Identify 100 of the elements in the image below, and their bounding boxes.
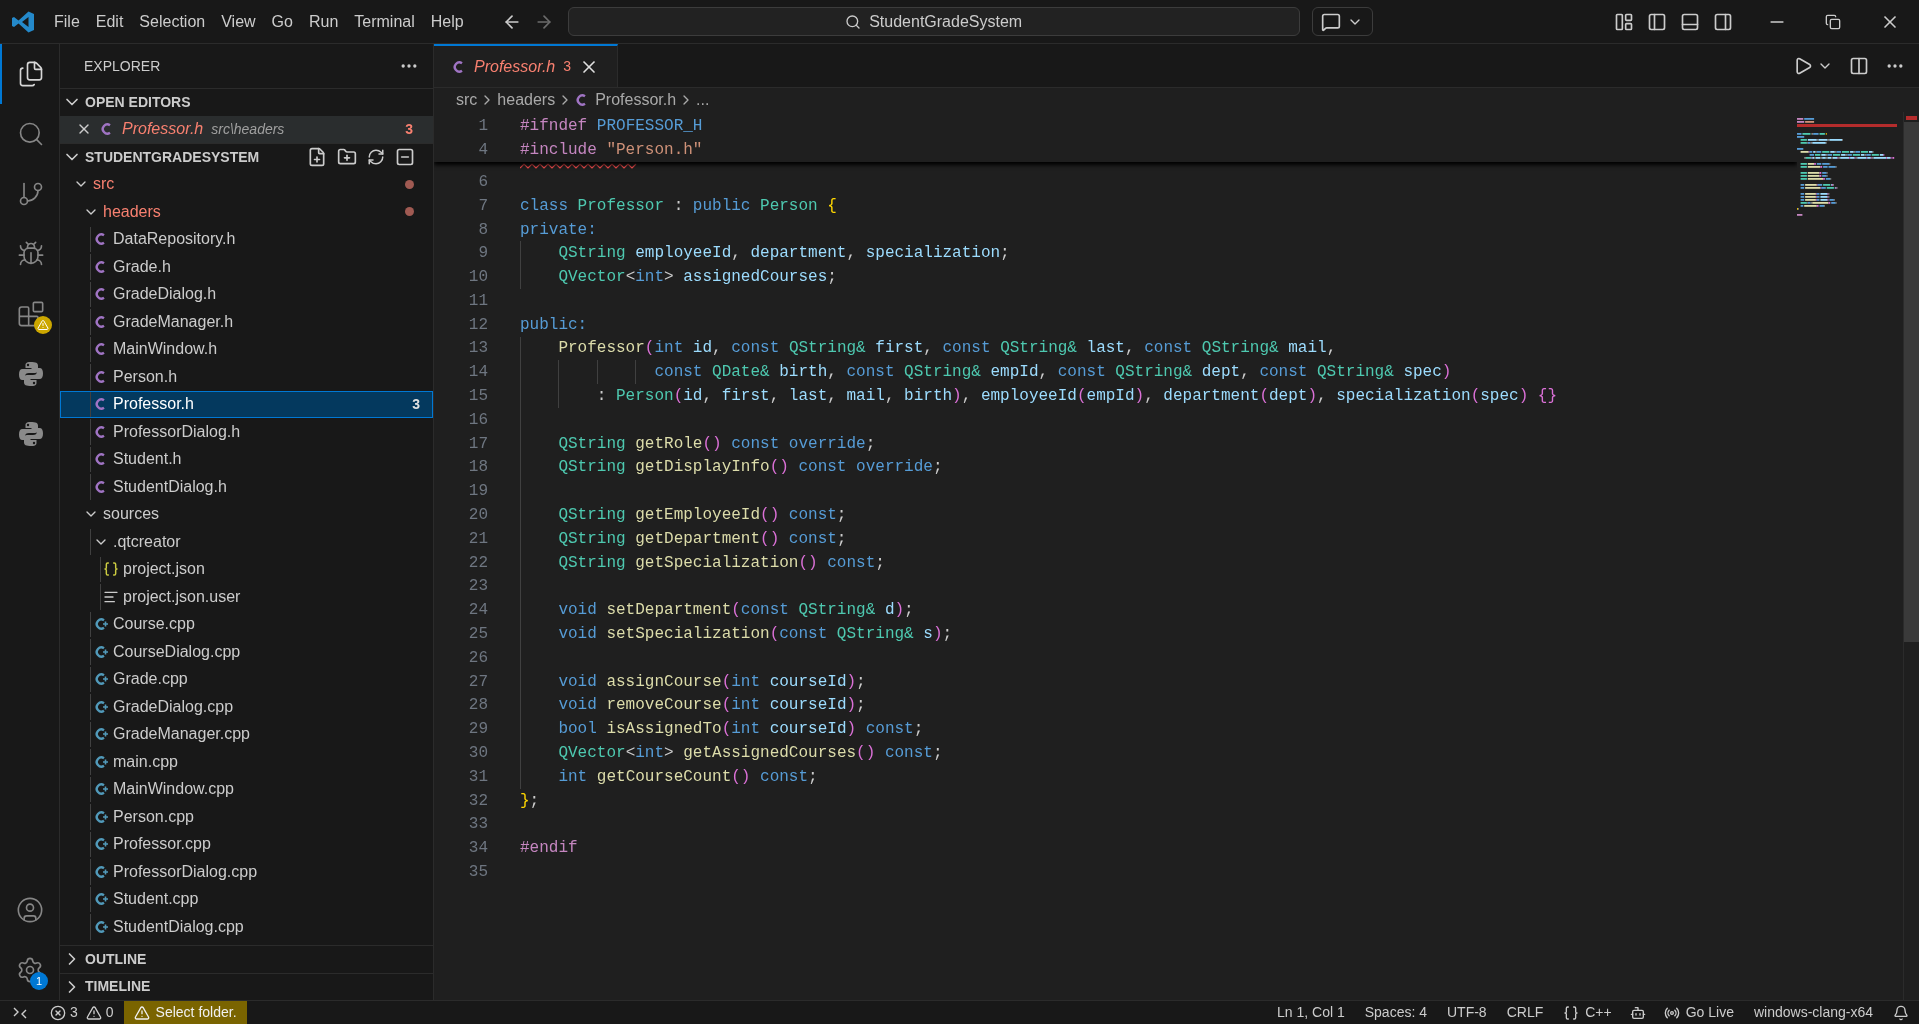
status-item[interactable]: CRLF — [1496, 1002, 1554, 1023]
panel-left-icon[interactable] — [1647, 11, 1667, 32]
line-number: 24 — [467, 600, 488, 622]
file-row[interactable]: Person.cpp — [60, 803, 433, 831]
scrollbar[interactable] — [1903, 112, 1919, 1000]
go-live-button[interactable]: Go Live — [1653, 1002, 1744, 1023]
tree-label: project.json — [123, 559, 205, 580]
tree-label: Professor.h — [113, 394, 194, 415]
notification-badge: 1 — [30, 972, 48, 990]
command-search-field[interactable]: StudentGradeSystem — [567, 7, 1300, 36]
tree-label: GradeDialog.cpp — [113, 696, 234, 717]
python-logo-icon[interactable] — [16, 420, 45, 448]
menu-item[interactable]: Edit — [87, 9, 132, 34]
menu-item[interactable]: Run — [300, 9, 347, 34]
file-row[interactable]: ProfessorDialog.cpp — [60, 858, 433, 886]
file-row[interactable]: project.json — [60, 555, 433, 583]
python-logo-icon[interactable] — [16, 360, 45, 388]
line-number: 32 — [467, 790, 488, 812]
line-number: 34 — [467, 838, 488, 860]
menu-item[interactable]: Terminal — [346, 9, 423, 34]
file-row[interactable]: Professor.h 3 — [60, 390, 433, 418]
select-folder-notice[interactable]: Select folder. — [123, 1001, 247, 1024]
file-row[interactable]: Course.cpp — [60, 610, 433, 638]
section-title: STUDENTGRADESYSTEM — [85, 147, 260, 167]
file-row[interactable]: GradeManager.h — [60, 308, 433, 336]
chat-button[interactable] — [1311, 7, 1373, 36]
menu-item[interactable]: File — [46, 9, 88, 34]
editor-tab[interactable]: Professor.h 3 — [434, 44, 618, 87]
code-line: void assignCourse(int courseId); — [557, 671, 866, 693]
file-row[interactable]: ProfessorDialog.h — [60, 418, 433, 446]
file-row[interactable]: GradeDialog.cpp — [60, 693, 433, 721]
tree-label: ProfessorDialog.h — [113, 421, 241, 442]
code-line: QString employeeId, department, specialization; — [557, 243, 1010, 265]
file-row[interactable]: DataRepository.h — [60, 225, 433, 253]
problems-button[interactable]: 3 0 — [40, 1001, 124, 1024]
line-number: 35 — [467, 862, 488, 883]
breadcrumb-item[interactable]: ... — [696, 88, 710, 112]
panel-bottom-icon[interactable] — [1680, 11, 1700, 32]
bug-icon[interactable] — [16, 240, 45, 268]
file-row[interactable]: StudentDialog.cpp — [60, 913, 433, 941]
menu-item[interactable]: Go — [263, 9, 301, 34]
robot-icon[interactable] — [1629, 1004, 1646, 1021]
code-line: void removeCourse(int courseId); — [557, 695, 866, 717]
folder-row[interactable]: sources — [60, 500, 433, 528]
problem-count: 3 — [563, 57, 571, 76]
section-header[interactable]: TIMELINE — [60, 972, 433, 1000]
folder-row[interactable]: headers — [60, 198, 433, 226]
language-button[interactable]: C++ — [1553, 1002, 1622, 1023]
breadcrumb-item[interactable]: Professor.h — [595, 88, 677, 112]
run-icon[interactable] — [1793, 55, 1813, 76]
section-header[interactable]: OUTLINE — [60, 945, 433, 973]
bell-icon[interactable] — [1893, 1004, 1909, 1021]
breadcrumb-item[interactable]: src — [456, 88, 478, 112]
file-row[interactable]: Student.h — [60, 445, 433, 473]
status-item[interactable]: windows-clang-x64 — [1743, 1002, 1883, 1023]
file-row[interactable]: project.json.user — [60, 583, 433, 611]
line-number: 17 — [467, 433, 488, 455]
cpp-file-icon — [94, 782, 108, 797]
status-item[interactable]: Ln 1, Col 1 — [1267, 1002, 1355, 1023]
menu-item[interactable]: View — [213, 9, 264, 34]
file-row[interactable]: Person.h — [60, 363, 433, 391]
cpp-file-icon — [94, 919, 108, 934]
file-row[interactable]: GradeDialog.h — [60, 280, 433, 308]
file-row[interactable]: Professor.cpp — [60, 830, 433, 858]
blocks-icon[interactable] — [16, 300, 45, 328]
code-line: QVector<int> getAssignedCourses() const; — [557, 743, 943, 765]
layout-icon[interactable] — [1614, 11, 1634, 32]
breadcrumb-item[interactable]: headers — [497, 88, 556, 112]
split-editor-icon[interactable] — [1849, 55, 1869, 76]
panel-right-icon[interactable] — [1713, 11, 1733, 32]
code-line: QString getEmployeeId() const; — [557, 505, 847, 527]
file-row[interactable]: StudentDialog.h — [60, 473, 433, 501]
status-item[interactable]: UTF-8 — [1437, 1002, 1497, 1023]
tree-label: Person.h — [113, 366, 178, 387]
line-number: 26 — [467, 647, 488, 669]
file-row[interactable]: MainWindow.cpp — [60, 775, 433, 803]
open-editor-item[interactable]: Professor.h src\headers 3 — [60, 115, 433, 143]
file-row[interactable]: Grade.h — [60, 253, 433, 281]
file-row[interactable]: Student.cpp — [60, 885, 433, 913]
collapse-icon[interactable] — [395, 147, 415, 168]
file-row[interactable]: MainWindow.h — [60, 335, 433, 363]
restore-icon[interactable] — [1825, 13, 1841, 30]
refresh-icon[interactable] — [367, 148, 385, 167]
section-header[interactable]: STUDENTGRADESYSTEM — [60, 143, 433, 171]
tree-label: GradeManager.cpp — [113, 724, 250, 745]
line-number: 22 — [467, 552, 488, 574]
menu-item[interactable]: Selection — [131, 9, 214, 34]
section-header[interactable]: OPEN EDITORS — [60, 88, 433, 116]
new-file-icon[interactable] — [307, 147, 327, 168]
file-row[interactable]: CourseDialog.cpp — [60, 638, 433, 666]
folder-row[interactable]: src — [60, 170, 433, 198]
account-icon[interactable] — [15, 896, 44, 924]
menu-item[interactable]: Help — [422, 9, 472, 34]
folder-row[interactable]: .qtcreator — [60, 528, 433, 556]
app-logo-icon — [11, 9, 35, 34]
file-row[interactable]: Grade.cpp — [60, 665, 433, 693]
file-row[interactable]: main.cpp — [60, 748, 433, 776]
new-folder-icon[interactable] — [337, 147, 357, 168]
file-row[interactable]: GradeManager.cpp — [60, 720, 433, 748]
status-item[interactable]: Spaces: 4 — [1354, 1002, 1437, 1023]
